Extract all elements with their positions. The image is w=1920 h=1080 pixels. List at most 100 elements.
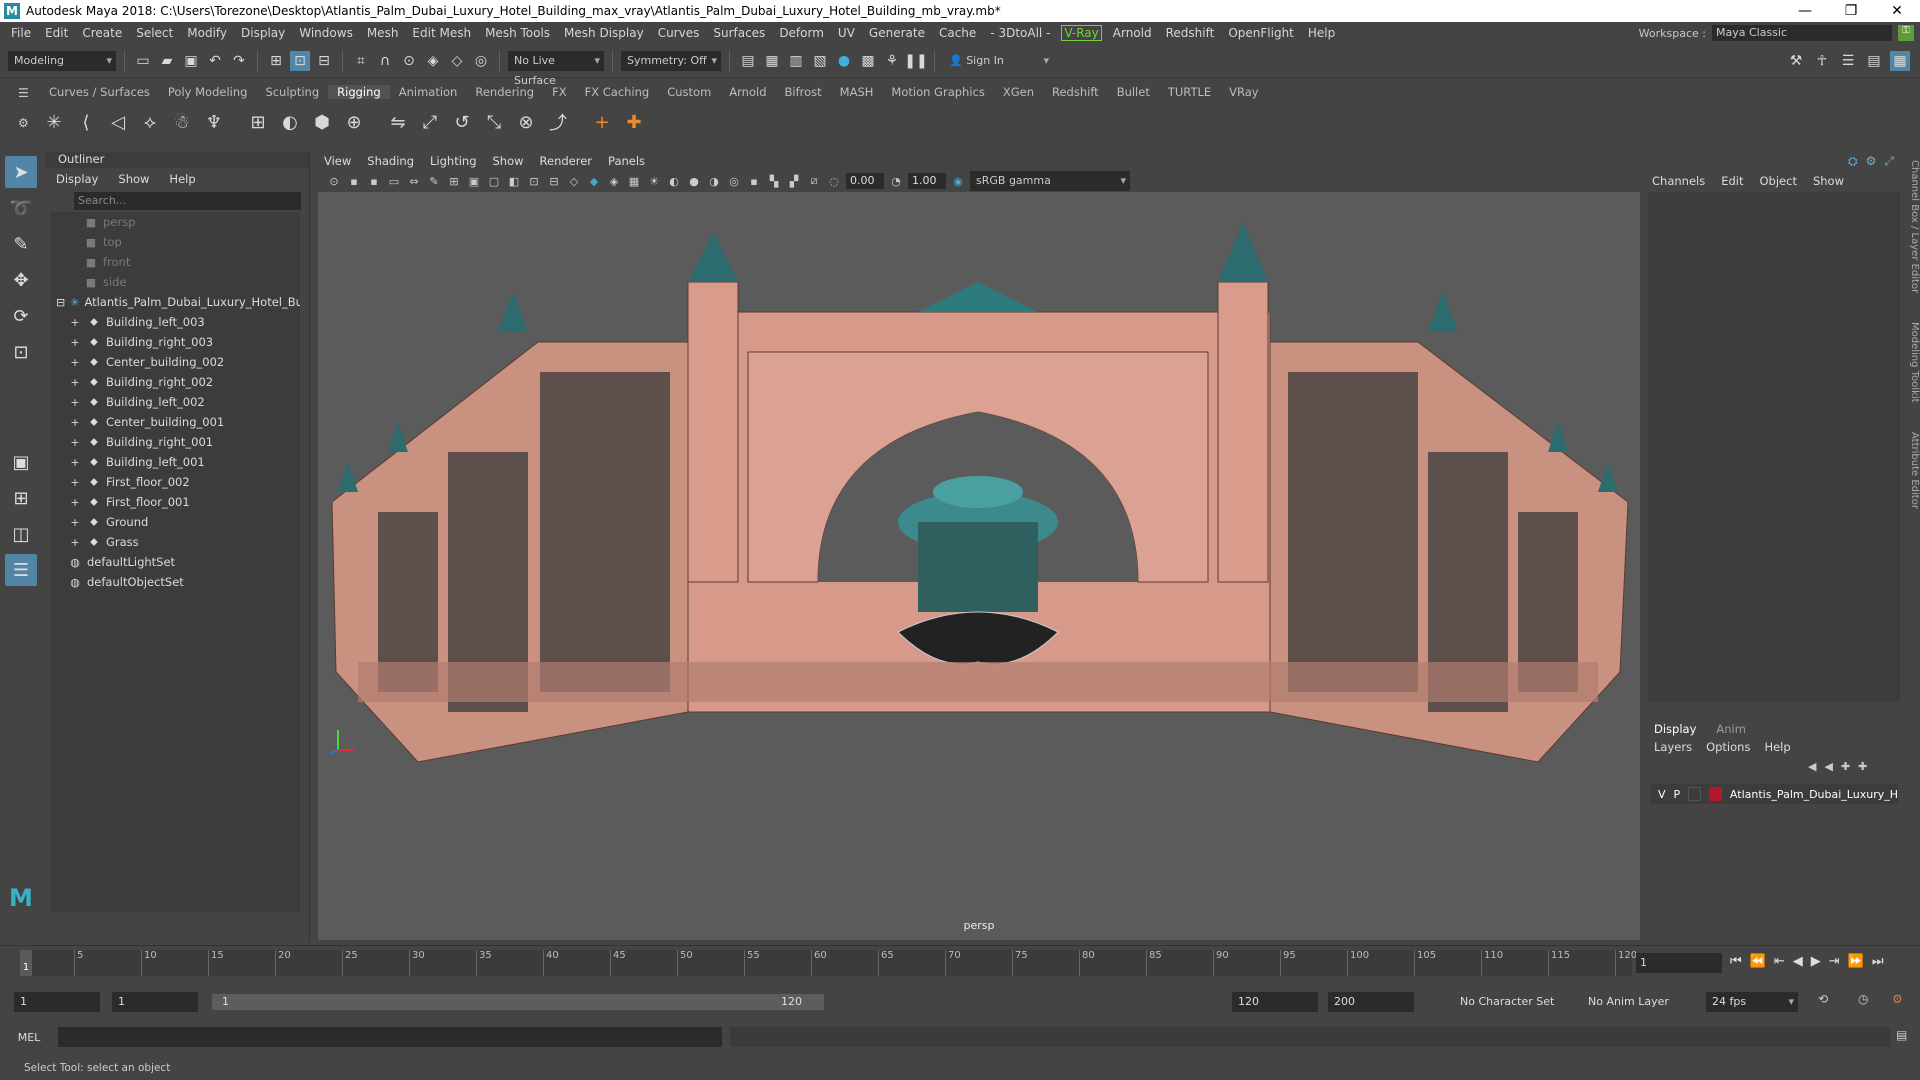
point-constraint-icon[interactable]: ⤢ bbox=[416, 108, 444, 136]
new-layer-icon[interactable]: ✚ bbox=[1841, 760, 1850, 773]
expand-icon[interactable]: + bbox=[68, 416, 82, 429]
time-slider[interactable]: 1 5 10 15 20 25 30 35 40 45 50 55 60 65 … bbox=[0, 945, 1920, 979]
layer-menu-layers[interactable]: Layers bbox=[1654, 740, 1692, 754]
motion-blur-icon[interactable]: ◑ bbox=[706, 173, 722, 189]
tree-item[interactable]: + ⬥ First_floor_002 bbox=[50, 472, 300, 492]
wireframe-on-shaded-icon[interactable]: ◈ bbox=[606, 173, 622, 189]
playback-start-field[interactable]: 1 bbox=[112, 992, 198, 1012]
select-component-icon[interactable]: ⊟ bbox=[314, 51, 334, 71]
close-button[interactable]: ✕ bbox=[1874, 3, 1920, 19]
tree-item[interactable]: + ⬥ Ground bbox=[50, 512, 300, 532]
shelf-settings-icon[interactable]: ⚙ bbox=[18, 116, 29, 130]
menu-cache[interactable]: Cache bbox=[932, 26, 983, 40]
smooth-shade-icon[interactable]: ◆ bbox=[586, 173, 602, 189]
shelf-tab[interactable]: Poly Modeling bbox=[159, 85, 257, 99]
expand-icon[interactable]: + bbox=[68, 356, 82, 369]
shelf-tab[interactable]: Motion Graphics bbox=[882, 85, 993, 99]
outliner-menu-help[interactable]: Help bbox=[169, 172, 195, 186]
viewport-menu-shading[interactable]: Shading bbox=[367, 154, 414, 168]
menu-generate[interactable]: Generate bbox=[862, 26, 932, 40]
aim-constraint-icon[interactable]: ⊗ bbox=[512, 108, 540, 136]
tree-item[interactable]: + ⬥ Building_left_003 bbox=[50, 312, 300, 332]
render-view-icon[interactable]: ▤ bbox=[738, 51, 758, 71]
expand-icon[interactable]: + bbox=[68, 496, 82, 509]
single-pane-icon[interactable]: ▣ bbox=[5, 446, 37, 478]
outliner-search-input[interactable]: Search... bbox=[74, 192, 301, 210]
move-layer-up-icon[interactable]: ◀ bbox=[1808, 760, 1816, 773]
step-back-icon[interactable]: ⏪ bbox=[1750, 954, 1766, 969]
tree-item[interactable]: ◍ defaultLightSet bbox=[50, 552, 300, 572]
layer-visibility-toggle[interactable]: V bbox=[1658, 788, 1666, 801]
xray-icon[interactable]: ▚ bbox=[766, 173, 782, 189]
shelf-tab[interactable]: VRay bbox=[1220, 85, 1267, 99]
channel-menu-object[interactable]: Object bbox=[1760, 174, 1797, 188]
color-management-icon[interactable]: ◉ bbox=[950, 173, 966, 189]
move-tool-icon[interactable]: ✥ bbox=[5, 264, 37, 296]
vray-ipr-icon[interactable]: ⚘ bbox=[882, 51, 902, 71]
tree-item[interactable]: + ⬥ Center_building_002 bbox=[50, 352, 300, 372]
range-slider[interactable]: 1 120 bbox=[212, 994, 824, 1010]
shelf-tab[interactable]: Redshift bbox=[1043, 85, 1108, 99]
camera-attributes-icon[interactable]: ▪ bbox=[346, 173, 362, 189]
select-object-icon[interactable]: ⊡ bbox=[290, 50, 310, 71]
loop-icon[interactable]: ⟲ bbox=[1818, 992, 1828, 1006]
layer-type-toggle[interactable] bbox=[1688, 787, 1702, 801]
anim-layer-dropdown[interactable]: No Anim Layer bbox=[1582, 992, 1686, 1012]
exposure-field[interactable]: 0.00 bbox=[846, 173, 884, 189]
tree-item[interactable]: ■ persp bbox=[50, 212, 300, 232]
go-to-end-icon[interactable]: ⏭ bbox=[1872, 954, 1884, 969]
color-space-dropdown[interactable]: sRGB gamma bbox=[970, 171, 1130, 191]
undo-icon[interactable]: ↶ bbox=[205, 51, 225, 71]
tree-item[interactable]: + ⬥ Building_right_001 bbox=[50, 432, 300, 452]
xray-joints-icon[interactable]: ▞ bbox=[786, 173, 802, 189]
attribute-toggle-icon[interactable]: ⚙ bbox=[1866, 154, 1877, 169]
cluster-icon[interactable]: ◐ bbox=[276, 108, 304, 136]
locator-icon[interactable]: + bbox=[588, 108, 616, 136]
menu-uv[interactable]: UV bbox=[831, 26, 862, 40]
command-language-label[interactable]: MEL bbox=[0, 1031, 58, 1044]
shelf-tab[interactable]: Bullet bbox=[1108, 85, 1159, 99]
expand-icon[interactable]: + bbox=[68, 336, 82, 349]
two-pane-icon[interactable]: ◫ bbox=[5, 518, 37, 550]
step-back-key-icon[interactable]: ⇤ bbox=[1774, 954, 1785, 969]
menu-help[interactable]: Help bbox=[1301, 26, 1342, 40]
menu-display[interactable]: Display bbox=[234, 26, 292, 40]
gamma-icon[interactable]: ◔ bbox=[888, 173, 904, 189]
save-scene-icon[interactable]: ▣ bbox=[181, 51, 201, 71]
channel-box-icon[interactable]: ▦ bbox=[1890, 50, 1910, 71]
menu-redshift[interactable]: Redshift bbox=[1159, 26, 1222, 40]
menu-curves[interactable]: Curves bbox=[651, 26, 707, 40]
create-joints-icon[interactable]: ✳ bbox=[40, 108, 68, 136]
open-scene-icon[interactable]: ▰ bbox=[157, 51, 177, 71]
symmetry-dropdown[interactable]: Symmetry: Off bbox=[621, 50, 721, 71]
viewport-menu-show[interactable]: Show bbox=[493, 154, 524, 168]
shelf-tab[interactable]: TURTLE bbox=[1159, 85, 1220, 99]
render-frame-icon[interactable]: ▦ bbox=[762, 51, 782, 71]
outliner-layout-icon[interactable]: ☰ bbox=[5, 554, 37, 586]
tree-item[interactable]: + ⬥ Building_right_003 bbox=[50, 332, 300, 352]
menu-windows[interactable]: Windows bbox=[292, 26, 360, 40]
shelf-tab[interactable]: FX Caching bbox=[576, 85, 659, 99]
shelf-tab[interactable]: Animation bbox=[390, 85, 467, 99]
character-controls-icon[interactable]: ☥ bbox=[1812, 51, 1832, 71]
sculpt-deformer-icon[interactable]: ⊕ bbox=[340, 108, 368, 136]
step-forward-icon[interactable]: ⏩ bbox=[1848, 954, 1864, 969]
menu-vray[interactable]: V-Ray bbox=[1061, 25, 1102, 41]
textured-icon[interactable]: ▦ bbox=[626, 173, 642, 189]
script-editor-icon[interactable]: ▤ bbox=[1896, 1028, 1907, 1042]
ambient-occlusion-icon[interactable]: ● bbox=[686, 173, 702, 189]
wire-deformer-icon[interactable]: ⬢ bbox=[308, 108, 336, 136]
menu-3dtoall[interactable]: - 3DtoAll - bbox=[983, 26, 1057, 40]
outliner-menu-display[interactable]: Display bbox=[56, 172, 98, 186]
snap-point-icon[interactable]: ⊙ bbox=[399, 51, 419, 71]
orient-constraint-icon[interactable]: ↺ bbox=[448, 108, 476, 136]
3d-viewport[interactable]: persp bbox=[318, 192, 1640, 940]
isolate-select-icon[interactable]: ▪ bbox=[746, 173, 762, 189]
expand-icon[interactable]: + bbox=[68, 376, 82, 389]
lights-icon[interactable]: ☀ bbox=[646, 173, 662, 189]
shelf-tab[interactable]: Curves / Surfaces bbox=[40, 85, 159, 99]
new-layer-selected-icon[interactable]: ✚ bbox=[1858, 760, 1867, 773]
layer-menu-help[interactable]: Help bbox=[1764, 740, 1790, 754]
collapse-icon[interactable]: ⊟ bbox=[56, 296, 65, 309]
step-forward-key-icon[interactable]: ⇥ bbox=[1829, 954, 1840, 969]
